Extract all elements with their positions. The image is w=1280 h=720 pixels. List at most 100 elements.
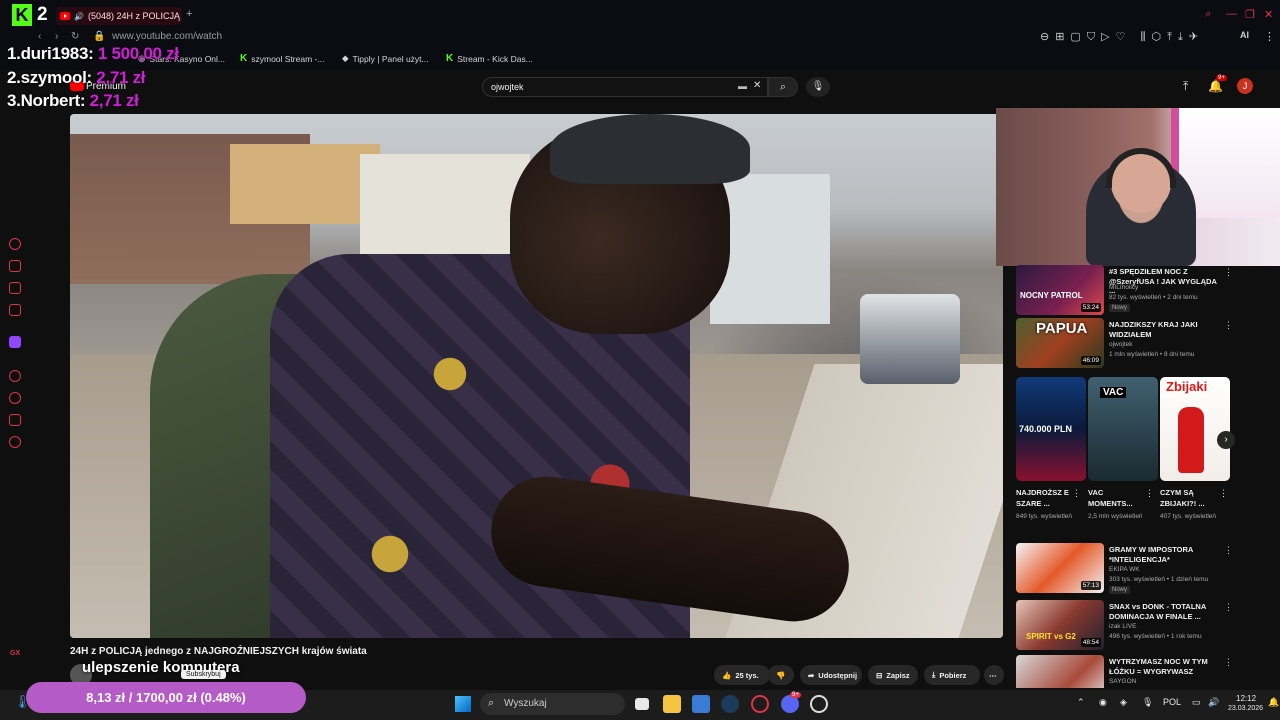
channel-name[interactable]: ojwojtek (1109, 341, 1132, 348)
sidebar-icon-8[interactable] (9, 414, 21, 426)
taskbar-search[interactable]: Wyszukaj (480, 693, 625, 715)
kick-icon: K (446, 53, 454, 64)
forward-icon[interactable]: › (55, 31, 58, 42)
minimize-icon[interactable]: — (1226, 8, 1237, 20)
kick-number: 2 (37, 4, 48, 25)
channel-name[interactable]: EKIPA WK (1109, 566, 1140, 573)
avatar[interactable]: J (1237, 78, 1253, 94)
channel-name[interactable]: SAYGON (1109, 678, 1136, 685)
bookmark-3[interactable]: ◆ Tipply | Panel użyt... (342, 53, 429, 64)
clock-date[interactable]: 23.03.2026 (1228, 705, 1263, 712)
tray-chevron-icon[interactable]: ⌃ (1077, 697, 1085, 708)
short-thumbnail[interactable]: 740.000 PLN (1016, 377, 1086, 481)
download-button[interactable]: ⤓ Pobierz (924, 665, 980, 685)
browser-tab[interactable]: 🔊 (5048) 24H z POLICJĄ (56, 7, 182, 25)
display-icon[interactable]: ▭ (1192, 697, 1201, 708)
more-options-icon[interactable]: ⋮ (1224, 545, 1233, 556)
channel-name[interactable]: izak LIVE (1109, 623, 1136, 630)
notifications-icon[interactable]: 🔔 (1208, 79, 1223, 93)
tray-icon[interactable]: ◉ (1099, 697, 1107, 708)
mic-icon[interactable]: 🎙 (1142, 697, 1153, 708)
sidebar-icon-1[interactable] (9, 238, 21, 250)
tray-icon[interactable]: ◈ (1120, 697, 1127, 708)
short-title[interactable]: CZYM SĄ ZBIJAKI?! ... (1160, 487, 1220, 509)
sidebar-icon-6[interactable] (9, 370, 21, 382)
search-icon: ⌕ (488, 697, 495, 709)
menu-icon[interactable]: ⋮ (1264, 30, 1275, 43)
search-icon: ⌕ (779, 81, 787, 93)
recommendation-title[interactable]: WYTRZYMASZ NOC W TYM ŁÓŻKU = WYGRYWASZ (1109, 657, 1224, 676)
opera-gx-icon[interactable] (751, 695, 769, 713)
volume-icon[interactable]: 🔊 (1208, 697, 1219, 708)
duration-badge: 53:24 (1080, 303, 1101, 312)
more-options-icon[interactable]: ⋮ (1219, 488, 1228, 499)
file-explorer-icon[interactable] (663, 695, 681, 713)
share-button[interactable]: ➦ Udostępnij (800, 665, 862, 685)
short-title[interactable]: VAC MOMENTS... (1088, 487, 1148, 509)
language-indicator[interactable]: POL (1163, 697, 1181, 707)
thumb-label: Zbijaki (1166, 379, 1208, 394)
upload-icon[interactable]: ⤒ (1183, 79, 1188, 94)
more-options-icon[interactable]: ⋮ (1072, 488, 1081, 499)
recommendation-thumbnail[interactable]: 57:13 (1016, 543, 1104, 593)
recommendation-item[interactable]: 57:13 GRAMY W IMPOSTORA *INTELIGENCJA* E… (1016, 543, 1246, 595)
more-options-icon[interactable]: ⋮ (1145, 488, 1154, 499)
more-options-icon[interactable]: ⋮ (1224, 320, 1233, 331)
bookmark-2[interactable]: Kszymool Stream -... (240, 53, 324, 64)
task-view-icon[interactable] (635, 698, 649, 710)
recommendation-thumbnail[interactable]: SPIRIT vs G2 48:54 (1016, 600, 1104, 650)
save-button[interactable]: ⊟ Zapisz (868, 665, 918, 685)
sidebar-icon-3[interactable] (9, 282, 21, 294)
sidebar-icon-2[interactable] (9, 260, 21, 272)
recommendation-thumbnail[interactable]: PAPUA 46:09 (1016, 318, 1104, 368)
recommendation-thumbnail[interactable]: NOCNY PATROL 53:24 (1016, 265, 1104, 315)
search-input[interactable]: ojwojtek (482, 77, 768, 97)
settings-icon[interactable] (9, 436, 21, 448)
like-button[interactable]: 👍 25 tys. (714, 665, 770, 685)
keyboard-icon[interactable]: ▬ (738, 81, 747, 91)
subscribe-button[interactable]: Subskrybuj (181, 670, 226, 679)
more-actions-button[interactable]: ⋯ (984, 665, 1004, 685)
recommendation-item[interactable]: WYTRZYMASZ NOC W TYM ŁÓŻKU = WYGRYWASZ S… (1016, 655, 1246, 688)
short-thumbnail[interactable]: VAC (1088, 377, 1158, 481)
history-icon[interactable] (9, 392, 21, 404)
new-tab-button[interactable]: + (186, 8, 192, 20)
dislike-button[interactable]: 👎 (768, 665, 794, 685)
close-icon[interactable]: ✕ (1264, 8, 1273, 21)
start-button[interactable] (455, 696, 471, 712)
recommendation-title[interactable]: #3 SPĘDZIŁEM NOC Z @SzeryfUSA ! JAK WYGL… (1109, 267, 1224, 296)
short-thumbnail[interactable]: Zbijaki (1160, 377, 1230, 481)
search-button[interactable]: ⌕ (768, 77, 798, 97)
short-title[interactable]: NAJDROŻSZ E SZARE ... (1016, 487, 1076, 509)
maximize-icon[interactable]: ❐ (1245, 8, 1255, 21)
sidebar-icon-4[interactable] (9, 304, 21, 316)
clear-search-icon[interactable]: ✕ (753, 80, 761, 91)
recommendation-item[interactable]: PAPUA 46:09 NAJDZIKSZY KRAJ JAKI WIDZIAŁ… (1016, 318, 1246, 370)
notifications-bell-icon[interactable]: 🔔 (1268, 697, 1279, 708)
video-player[interactable] (70, 114, 1003, 638)
back-icon[interactable]: ‹ (38, 31, 41, 42)
more-options-icon[interactable]: ⋮ (1224, 657, 1233, 668)
recommendation-title[interactable]: SNAX vs DONK - TOTALNA DOMINACJA W FINAL… (1109, 602, 1224, 621)
clock-time[interactable]: 12:12 (1236, 694, 1256, 703)
url-field[interactable]: www.youtube.com/watch (112, 31, 222, 42)
reload-icon[interactable]: ↻ (71, 31, 79, 42)
recommendation-item[interactable]: SPIRIT vs G2 48:54 SNAX vs DONK - TOTALN… (1016, 600, 1246, 652)
recommendation-thumbnail[interactable] (1016, 655, 1104, 688)
search-tabs-icon[interactable]: ⌕ (1205, 8, 1211, 21)
more-options-icon[interactable]: ⋮ (1224, 602, 1233, 613)
recommendation-title[interactable]: NAJDZIKSZY KRAJ JAKI WIDZIAŁEM (1109, 320, 1224, 339)
bookmark-4[interactable]: K Stream - Kick Das... (446, 53, 533, 64)
steam-icon[interactable] (721, 695, 739, 713)
ai-label[interactable]: AI (1240, 30, 1249, 40)
recommendation-title[interactable]: GRAMY W IMPOSTORA *INTELIGENCJA* (1109, 545, 1224, 564)
channel-name[interactable]: MILIholicy (1109, 284, 1138, 291)
gx-logo[interactable]: GX (10, 650, 20, 657)
voice-search-button[interactable]: 🎙 (806, 77, 830, 97)
more-options-icon[interactable]: ⋮ (1224, 267, 1233, 278)
recommendation-item[interactable]: NOCNY PATROL 53:24 #3 SPĘDZIŁEM NOC Z @S… (1016, 265, 1246, 317)
app-icon[interactable] (810, 695, 828, 713)
twitch-icon[interactable] (9, 336, 21, 348)
shorts-next-button[interactable]: › (1217, 431, 1235, 449)
store-icon[interactable] (692, 695, 710, 713)
